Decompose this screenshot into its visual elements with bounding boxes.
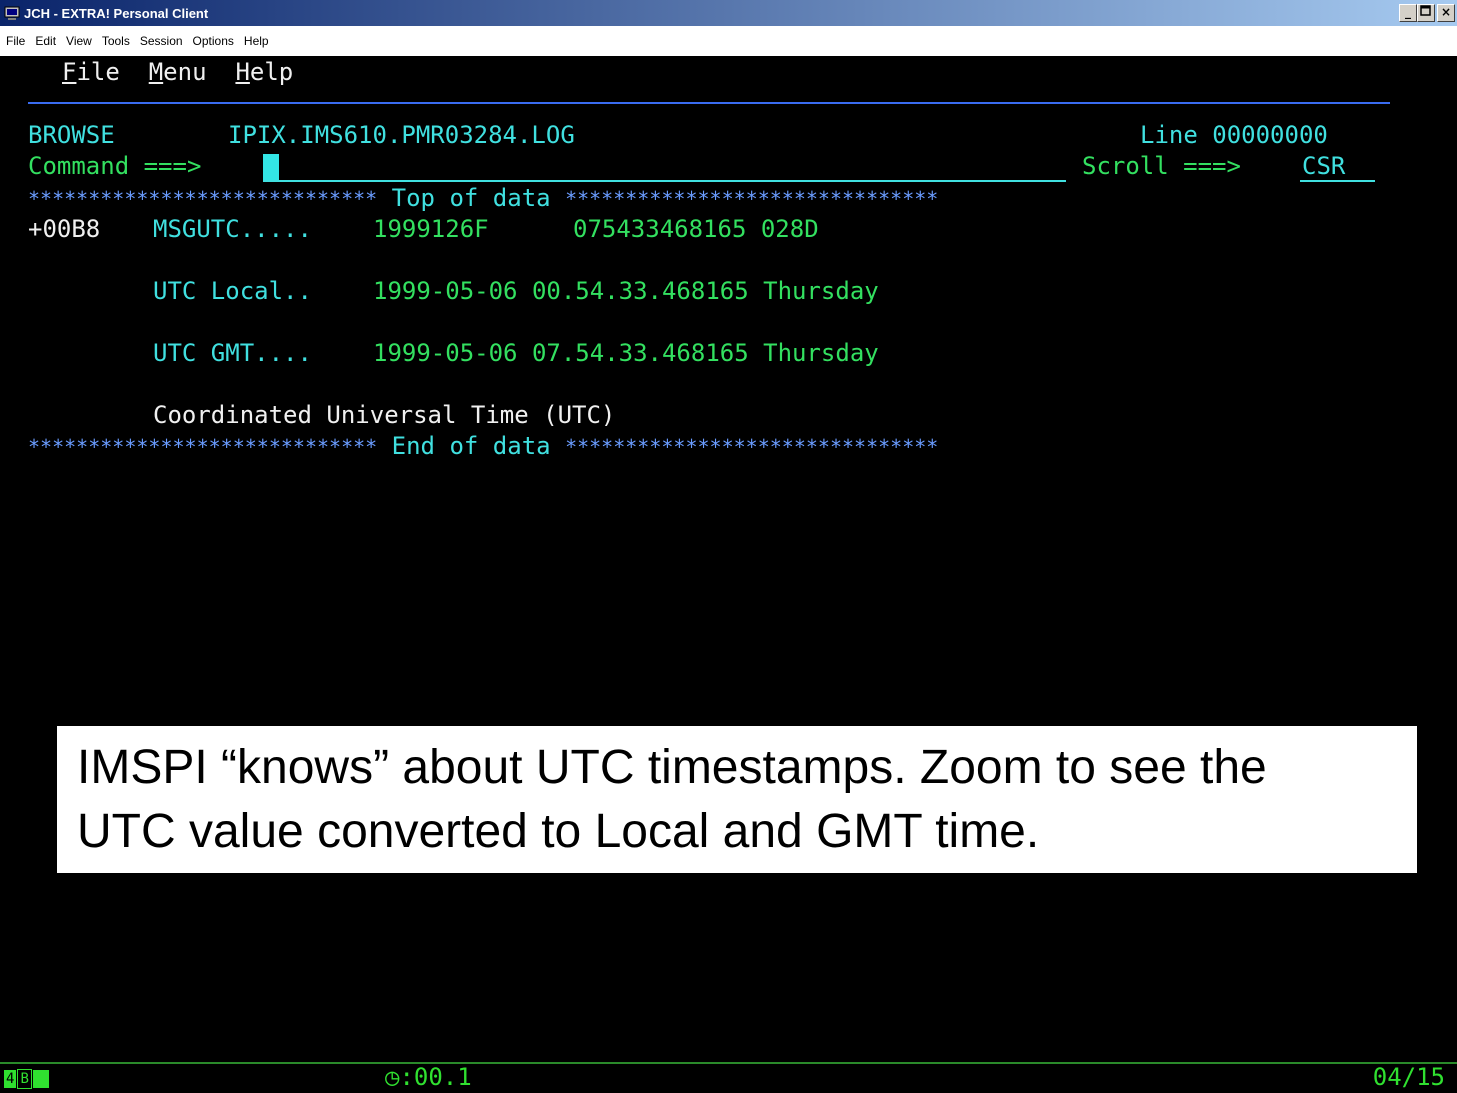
- menu-file[interactable]: File: [6, 34, 25, 48]
- window-title: JCH - EXTRA! Personal Client: [24, 5, 209, 21]
- callout-line-1: IMSPI “knows” about UTC timestamps. Zoom…: [77, 741, 1267, 794]
- terminal-screen[interactable]: File Menu Help BROWSE IPIX.IMS610.PMR032…: [10, 56, 1457, 1056]
- system-lock-indicator: B: [17, 1069, 32, 1089]
- scroll-label: Scroll ===>: [1082, 152, 1241, 180]
- action-file[interactable]: File: [62, 58, 120, 86]
- browse-mode: BROWSE: [28, 121, 115, 149]
- session-indicators: 4 B: [4, 1069, 50, 1089]
- menu-tools[interactable]: Tools: [102, 34, 130, 48]
- menu-edit[interactable]: Edit: [35, 34, 56, 48]
- utc-description: Coordinated Universal Time (UTC): [153, 401, 616, 429]
- status-block-indicator: [32, 1070, 49, 1088]
- field-msgutc: MSGUTC.....: [153, 215, 312, 243]
- field-utc-gmt: UTC GMT....: [153, 339, 312, 367]
- top-of-data-line: ***************************** Top of dat…: [28, 184, 939, 212]
- msgutc-value-2: 075433468165 028D: [573, 215, 819, 243]
- menu-options[interactable]: Options: [193, 34, 234, 48]
- msgutc-value-1: 1999126F: [373, 215, 489, 243]
- minimize-button[interactable]: _: [1399, 4, 1417, 22]
- status-bar: 4 B ◷:00.1 04/15: [0, 1062, 1457, 1093]
- action-bar: File Menu Help: [62, 58, 293, 86]
- field-utc-local: UTC Local..: [153, 277, 312, 305]
- scroll-field-underline: [1300, 180, 1375, 182]
- session-number-indicator: 4: [4, 1070, 17, 1088]
- explanation-callout: IMSPI “knows” about UTC timestamps. Zoom…: [57, 726, 1417, 873]
- command-input[interactable]: [263, 152, 1066, 182]
- utc-gmt-value: 1999-05-06 07.54.33.468165 Thursday: [373, 339, 879, 367]
- row-offset: +00B8: [28, 215, 101, 243]
- action-bar-separator: [28, 102, 1390, 104]
- response-time: ◷:00.1: [385, 1063, 472, 1091]
- line-indicator: Line 00000000: [1140, 121, 1328, 149]
- scroll-amount-field[interactable]: CSR: [1302, 152, 1345, 180]
- terminal-app-icon: [4, 6, 20, 20]
- command-label: Command ===>: [28, 152, 202, 180]
- end-of-data-line: ***************************** End of dat…: [28, 432, 939, 460]
- utc-local-value: 1999-05-06 00.54.33.468165 Thursday: [373, 277, 879, 305]
- close-button[interactable]: ×: [1437, 4, 1455, 22]
- menu-session[interactable]: Session: [140, 34, 183, 48]
- callout-line-2: UTC value converted to Local and GMT tim…: [77, 805, 1040, 858]
- title-bar: JCH - EXTRA! Personal Client _ ×: [0, 0, 1457, 26]
- action-help[interactable]: Help: [235, 58, 293, 86]
- text-cursor: [263, 154, 279, 180]
- menu-view[interactable]: View: [66, 34, 92, 48]
- dataset-name: IPIX.IMS610.PMR03284.LOG: [228, 121, 575, 149]
- window-controls: _ ×: [1399, 4, 1455, 22]
- cursor-position: 04/15: [1372, 1063, 1445, 1091]
- menu-help[interactable]: Help: [244, 34, 269, 48]
- action-menu[interactable]: Menu: [149, 58, 207, 86]
- menu-bar: File Edit View Tools Session Options Hel…: [0, 26, 1457, 56]
- maximize-icon: [1420, 5, 1431, 16]
- maximize-button[interactable]: [1417, 4, 1435, 22]
